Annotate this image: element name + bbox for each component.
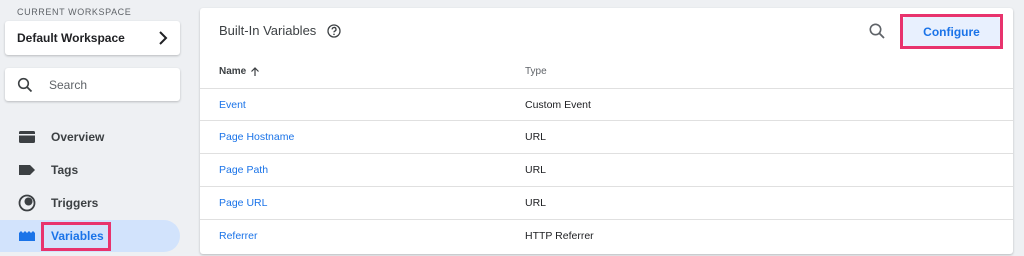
variable-type: URL — [525, 131, 547, 143]
variable-type: URL — [525, 197, 547, 209]
variable-type: HTTP Referrer — [525, 230, 594, 242]
workspace-label: CURRENT WORKSPACE — [17, 7, 132, 17]
variable-name-link[interactable]: Referrer — [219, 230, 258, 242]
arrow-up-icon — [251, 66, 260, 76]
built-in-variables-panel: Built-In Variables Configure Name Type E… — [200, 8, 1013, 254]
sidebar-item-label: Tags — [51, 163, 79, 177]
table-row: Event Custom Event — [200, 88, 1013, 121]
sidebar-item-triggers[interactable]: Triggers — [0, 187, 180, 219]
table-row: Page URL URL — [200, 187, 1013, 220]
table-row: Page Path URL — [200, 154, 1013, 187]
sidebar-item-label: Overview — [51, 130, 105, 144]
help-icon[interactable] — [327, 24, 341, 38]
chevron-right-icon — [159, 31, 168, 45]
variable-type: Custom Event — [525, 99, 591, 111]
variable-name-link[interactable]: Page Hostname — [219, 131, 294, 143]
variable-name-link[interactable]: Event — [219, 99, 246, 111]
table-row: Referrer HTTP Referrer — [200, 220, 1013, 253]
search-icon[interactable] — [868, 22, 886, 40]
search-input[interactable] — [49, 77, 169, 92]
variable-name-link[interactable]: Page Path — [219, 164, 268, 176]
workspace-selector[interactable]: Default Workspace — [5, 21, 180, 55]
tag-icon — [18, 161, 36, 179]
trigger-icon — [18, 194, 36, 212]
column-header-type[interactable]: Type — [525, 66, 547, 77]
configure-button[interactable]: Configure — [903, 17, 1000, 46]
variable-type: URL — [525, 164, 547, 176]
variables-table: Event Custom Event Page Hostname URL Pag… — [200, 88, 1013, 253]
sidebar: CURRENT WORKSPACE Default Workspace Over… — [0, 0, 190, 256]
sidebar-item-label: Triggers — [51, 196, 99, 210]
workspace-name: Default Workspace — [17, 31, 125, 45]
sidebar-search[interactable] — [5, 68, 180, 101]
folder-icon — [18, 128, 36, 146]
column-header-name[interactable]: Name — [219, 66, 260, 77]
sidebar-item-overview[interactable]: Overview — [0, 121, 180, 153]
sidebar-item-variables[interactable]: Variables — [0, 220, 180, 252]
sidebar-item-tags[interactable]: Tags — [0, 154, 180, 186]
table-row: Page Hostname URL — [200, 121, 1013, 154]
sidebar-item-label: Variables — [51, 229, 104, 243]
search-icon — [17, 77, 33, 92]
column-header-name-label: Name — [219, 66, 247, 77]
variable-name-link[interactable]: Page URL — [219, 197, 267, 209]
variables-icon — [18, 227, 36, 245]
panel-title: Built-In Variables — [219, 23, 317, 38]
